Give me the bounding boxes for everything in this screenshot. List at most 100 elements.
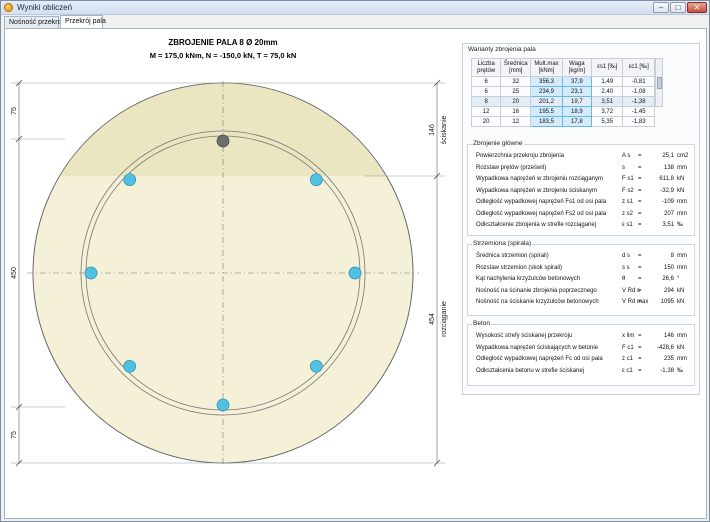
result-row: Rozstaw strzemion (skok spirali) s s = 150 m…: [476, 265, 696, 274]
scrollbar-thumb[interactable]: [657, 77, 662, 89]
result-unit: kN: [677, 344, 685, 351]
table-row[interactable]: 12 16 195,5 18,9 3,72 -1,45: [470, 106, 655, 117]
result-equals: =: [638, 253, 642, 259]
cell: 1,49: [590, 76, 624, 87]
cell: 201,2: [530, 96, 563, 107]
result-row: Odkształcenie zbrojenia w strefie rozcią…: [476, 222, 696, 231]
cell: 23,1: [561, 86, 592, 97]
col-diameter: Średnica [mm]: [500, 58, 532, 77]
variants-title: Warianty zbrojenia pala: [467, 46, 537, 53]
result-equals: =: [638, 210, 642, 217]
rebar: [216, 398, 230, 412]
result-equals: =: [638, 299, 642, 305]
result-equals: =: [638, 367, 642, 374]
rebar: [123, 173, 137, 187]
col-bar-count: Liczba prętów: [470, 58, 502, 77]
close-button[interactable]: ✕: [687, 2, 707, 13]
result-symbol: z c1: [622, 356, 634, 362]
result-value: 25,1: [662, 153, 674, 159]
results-panel: Warianty zbrojenia pala Liczba prętów Śr…: [462, 43, 700, 395]
result-row: Nośność na ściskanie krzyżulców betonowy…: [476, 299, 696, 308]
maximize-button[interactable]: □: [670, 2, 686, 13]
cell: 25: [500, 86, 532, 97]
rebar: [123, 359, 137, 373]
cell: 5,35: [590, 116, 624, 127]
result-symbol: s s: [622, 264, 630, 271]
cell: 12: [470, 106, 502, 117]
result-equals: =: [638, 344, 642, 351]
result-value: 146: [663, 333, 674, 339]
cell: 19,7: [561, 96, 592, 107]
tab-section-capacity[interactable]: Nośność przekroju: [4, 16, 67, 28]
result-label: Odkształcenie zbrojenia w strefie rozcią…: [476, 222, 597, 228]
result-symbol: θ: [622, 276, 626, 282]
result-equals: =: [638, 333, 642, 339]
cell: 17,8: [561, 116, 592, 127]
concrete-title: Beton: [472, 320, 491, 327]
label-tension: rozciąganie: [441, 301, 448, 337]
result-row: Powierzchnia przekroju zbrojenia A s = 25,1…: [476, 153, 696, 162]
result-label: Wysokość strefy ściskanej przekroju: [476, 333, 573, 339]
table-row[interactable]: 6 25 234,9 23,1 2,40 -1,08: [470, 86, 655, 97]
cell: -1,38: [622, 96, 655, 107]
result-unit: mm: [677, 164, 687, 171]
minimize-button[interactable]: –: [653, 2, 669, 13]
tab-content: ZBROJENIE PALA 8 Ø 20mm M = 175,0 kNm, N…: [4, 28, 707, 519]
result-label: Wypadkowa naprężeń w zbrojeniu rozciągan…: [476, 176, 604, 182]
cell: -0,81: [622, 76, 655, 87]
cell: -1,45: [622, 106, 655, 117]
cell: 2,40: [590, 86, 624, 97]
result-unit: kN: [677, 299, 685, 305]
result-unit: mm: [677, 264, 687, 271]
cell: 6: [470, 76, 502, 87]
result-row: Wypadkowa naprężeń w zbrojeniu rozciągan…: [476, 176, 696, 185]
result-symbol: ε s1: [622, 222, 633, 228]
cell: 3,51: [590, 96, 624, 107]
table-row[interactable]: 20 12 183,5 17,8 5,35 -1,83: [470, 116, 655, 127]
app-icon: [4, 3, 13, 12]
tab-pile-section[interactable]: Przekrój pala: [60, 15, 106, 28]
result-unit: kN: [677, 176, 685, 182]
window-title: Wyniki obliczeń: [17, 3, 73, 12]
cell: 195,5: [530, 106, 563, 117]
variants-scrollbar[interactable]: [655, 58, 663, 107]
cell: 6: [470, 86, 502, 97]
variants-table[interactable]: Liczba prętów Średnica [mm] Mult.max [kN…: [470, 58, 655, 127]
table-row-selected[interactable]: 8 20 201,2 19,7 3,51 -1,38: [470, 96, 655, 107]
result-unit: mm: [677, 253, 687, 259]
result-row: Wypadkowa naprężeń ściskających w betoni…: [476, 345, 696, 354]
table-row[interactable]: 6 32 356,3 37,9 1,49 -0,81: [470, 76, 655, 87]
result-unit: mm: [677, 199, 687, 205]
concrete-group: Beton Wysokość strefy ściskanej przekroj…: [467, 320, 696, 386]
result-unit: ‰: [677, 222, 683, 228]
result-row: Odległość wypadkowej naprężeń Fs2 od osi…: [476, 211, 696, 220]
result-unit: kN: [677, 187, 685, 194]
compression-zone: [33, 83, 413, 176]
result-row: Wypadkowa naprężeń w zbrojeniu ściskanym…: [476, 188, 696, 197]
cell: 12: [500, 116, 532, 127]
result-equals: =: [638, 287, 642, 294]
result-row: Kąt nachylenia krzyżulców betonowych θ = 26…: [476, 276, 696, 285]
result-value: 1095: [660, 299, 674, 305]
result-value: 150: [663, 264, 674, 271]
result-row: Rozstaw prętów (prześwit) s = 138 mm: [476, 165, 696, 174]
title-bar[interactable]: Wyniki obliczeń – □ ✕: [1, 1, 709, 15]
rebar-compressed: [216, 134, 230, 148]
result-unit: ‰: [677, 367, 683, 374]
result-label: Nośność na ściskanie krzyżulców betonowy…: [476, 299, 599, 305]
col-eps-c1: εc1 [‰]: [622, 58, 655, 77]
result-value: 611,8: [659, 176, 674, 182]
result-row: Średnica strzemion (spirali) d s = 8 mm: [476, 253, 696, 262]
result-equals: =: [638, 356, 642, 362]
result-label: Powierzchnia przekroju zbrojenia: [476, 153, 565, 159]
result-equals: =: [638, 222, 642, 228]
results-window: Wyniki obliczeń – □ ✕ Nośność przekroju …: [0, 0, 710, 522]
dim-left-bottom: 75: [11, 431, 18, 439]
result-row: Nośność na ścinanie zbrojenia poprzeczne…: [476, 288, 696, 297]
cell: 16: [500, 106, 532, 117]
cell: 37,9: [561, 76, 592, 87]
result-label: Odkształcenia betonu w strefie ściskanej: [476, 367, 585, 374]
result-equals: =: [638, 199, 642, 205]
result-symbol: F s1: [622, 176, 634, 182]
drawing-forces: M = 175,0 kNm, N = -150,0 kN, T = 75,0 k…: [150, 51, 297, 60]
